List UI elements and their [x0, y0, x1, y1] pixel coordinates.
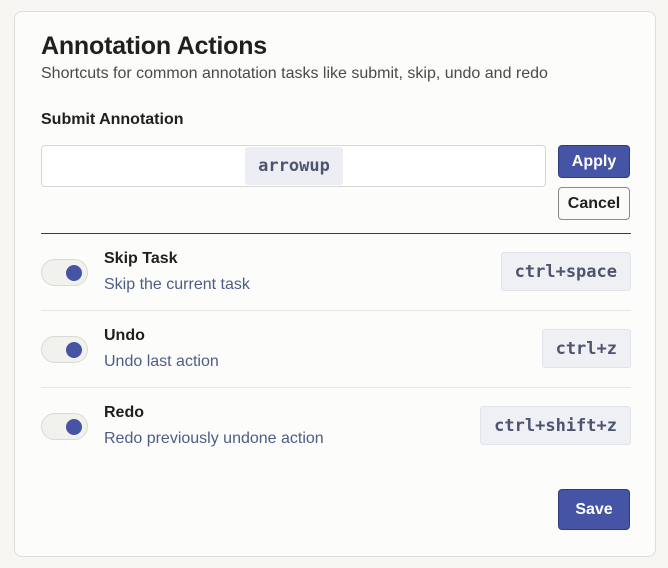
action-row-skip-task: Skip Task Skip the current task ctrl+spa… [41, 234, 631, 311]
redo-toggle[interactable] [41, 413, 88, 440]
action-row-undo: Undo Undo last action ctrl+z [41, 311, 631, 388]
submit-shortcut-key: arrowup [245, 147, 343, 185]
undo-shortcut[interactable]: ctrl+z [541, 329, 631, 368]
toggle-knob [66, 342, 82, 358]
toggle-knob [66, 265, 82, 281]
action-title: Redo [104, 404, 144, 421]
submit-annotation-label: Submit Annotation [41, 111, 184, 128]
toggle-knob [66, 419, 82, 435]
skip-task-shortcut[interactable]: ctrl+space [500, 252, 631, 291]
action-title: Undo [104, 327, 145, 344]
undo-toggle[interactable] [41, 336, 88, 363]
annotation-actions-card: Annotation Actions Shortcuts for common … [14, 11, 656, 557]
submit-shortcut-input[interactable]: arrowup [41, 145, 546, 187]
cancel-button[interactable]: Cancel [558, 187, 630, 220]
redo-shortcut[interactable]: ctrl+shift+z [480, 406, 631, 445]
action-title: Skip Task [104, 250, 178, 267]
action-description: Skip the current task [104, 276, 250, 293]
action-description: Redo previously undone action [104, 430, 324, 447]
action-description: Undo last action [104, 353, 219, 370]
page-subtitle: Shortcuts for common annotation tasks li… [41, 65, 548, 82]
action-row-redo: Redo Redo previously undone action ctrl+… [41, 388, 631, 465]
save-button[interactable]: Save [558, 489, 630, 530]
apply-button[interactable]: Apply [558, 145, 630, 178]
page-title: Annotation Actions [41, 32, 268, 60]
skip-task-toggle[interactable] [41, 259, 88, 286]
